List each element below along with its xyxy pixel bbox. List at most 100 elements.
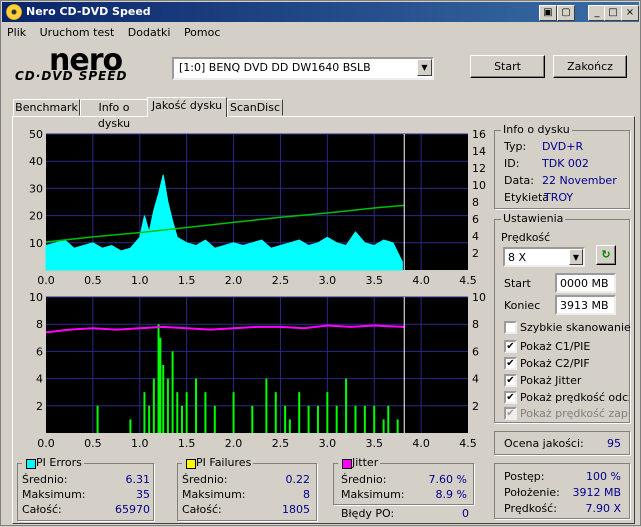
- po-errors-value: 0: [462, 507, 469, 520]
- y-right-tick-label: 4: [472, 230, 479, 243]
- y-right-tick-label: 6: [472, 213, 479, 226]
- speed-chevron-down-icon[interactable]: ▼: [569, 249, 583, 265]
- disc-label-label: Etykieta: [504, 191, 550, 204]
- y-right-tick-label: 6: [472, 345, 479, 358]
- y-right-tick-label: 16: [472, 128, 486, 141]
- pi-failures-avg-label: Średnio:: [182, 473, 228, 486]
- jitter-avg-label: Średnio:: [341, 473, 387, 486]
- y-right-tick-label: 2: [472, 400, 479, 413]
- x-tick-label: 3.5: [365, 274, 383, 287]
- pi-errors-avg-label: Średnio:: [22, 473, 68, 486]
- show-read-speed-checkbox[interactable]: ✔: [504, 391, 517, 404]
- start-field[interactable]: 0000 MB: [555, 273, 616, 293]
- y-left-tick-label: 6: [36, 345, 43, 358]
- jitter-max-value: 8.9 %: [435, 488, 467, 501]
- x-tick-label: 2.0: [225, 274, 243, 287]
- disc-info-title: Info o dysku: [501, 123, 572, 136]
- x-tick-label: 3.0: [319, 274, 337, 287]
- x-tick-label: 4.0: [412, 274, 430, 287]
- y-left-tick-label: 2: [36, 400, 43, 413]
- show-pie-label: Pokaż C1/PIE: [520, 340, 591, 353]
- y-left-tick-label: 20: [29, 210, 43, 223]
- pi-errors-max-label: Maksimum:: [22, 488, 86, 501]
- disc-type-label: Typ:: [504, 140, 527, 153]
- y-right-tick-label: 12: [472, 162, 486, 175]
- tab-disc-quality[interactable]: Jakość dysku: [147, 97, 227, 117]
- pi-failures-total-value: 1805: [282, 503, 310, 516]
- disc-id-value: TDK 002: [542, 157, 589, 170]
- x-tick-label: 0.5: [84, 274, 102, 287]
- y-right-tick-label: 4: [472, 373, 479, 386]
- pi-errors-max-value: 35: [136, 488, 150, 501]
- x-tick-label: 1.0: [131, 437, 149, 450]
- y-left-tick-label: 8: [36, 318, 43, 331]
- pi-failures-swatch: [186, 459, 196, 469]
- x-tick-label: 4.5: [459, 437, 477, 450]
- disc-date-label: Data:: [504, 174, 534, 187]
- disc-date-value: 22 November: [542, 174, 617, 187]
- quick-scan-checkbox[interactable]: [504, 321, 517, 334]
- x-tick-label: 2.0: [225, 437, 243, 450]
- disc-type-value: DVD+R: [542, 140, 584, 153]
- show-write-speed-label: Pokaż prędkość zapisu: [520, 407, 629, 420]
- end-field[interactable]: 3913 MB: [555, 295, 616, 315]
- pi-errors-avg-value: 6.31: [125, 473, 151, 486]
- speed-label: Prędkość: [501, 231, 551, 244]
- show-read-speed-label: Pokaż prędkość odczy: [520, 391, 629, 404]
- disc-info-group: Info o dysku Typ: DVD+R ID: TDK 002 Data…: [494, 123, 630, 209]
- show-jitter-checkbox[interactable]: ✔: [504, 374, 517, 387]
- x-tick-label: 3.0: [319, 437, 337, 450]
- x-tick-label: 0.0: [37, 274, 55, 287]
- settings-group: Ustawienia Prędkość 8 X ▼ ↻ Start 0000 M…: [494, 212, 631, 423]
- speed-readout-value: 7.90 X: [585, 502, 621, 515]
- start-label: Start: [504, 277, 531, 290]
- y-right-tick-label: 8: [472, 318, 479, 331]
- x-tick-label: 1.5: [178, 274, 196, 287]
- pi-errors-total-label: Całość:: [22, 503, 62, 516]
- x-tick-label: 0.0: [37, 437, 55, 450]
- y-left-tick-label: 10: [29, 237, 43, 250]
- quality-score-group: Ocena jakości: 95: [494, 431, 630, 455]
- speed-select[interactable]: 8 X ▼: [503, 247, 585, 267]
- quality-score-value: 95: [607, 437, 621, 450]
- jitter-group: Jitter Średnio: 7.60 % Maksimum: 8.9 %: [333, 456, 474, 505]
- quick-scan-label: Szybkie skanowanie: [520, 321, 631, 334]
- x-tick-label: 4.0: [412, 437, 430, 450]
- pi-errors-swatch: [26, 459, 36, 469]
- speed-readout-label: Prędkość:: [504, 502, 557, 515]
- y-right-tick-label: 2: [472, 247, 479, 260]
- x-tick-label: 2.5: [272, 274, 290, 287]
- settings-title: Ustawienia: [501, 212, 566, 225]
- y-right-tick-label: 10: [472, 291, 486, 304]
- po-errors-label: Błędy PO:: [341, 507, 395, 520]
- pi-failures-total-label: Całość:: [182, 503, 222, 516]
- show-pif-label: Pokaż C2/PIF: [520, 357, 590, 370]
- progress-value: 100 %: [586, 470, 621, 483]
- x-tick-label: 3.5: [365, 437, 383, 450]
- show-pif-checkbox[interactable]: ✔: [504, 357, 517, 370]
- jitter-avg-value: 7.60 %: [428, 473, 467, 486]
- pi-failures-max-label: Maksimum:: [182, 488, 246, 501]
- pi-failures-group: PI Failures Średnio: 0.22 Maksimum: 8 Ca…: [177, 456, 317, 521]
- y-left-tick-label: 30: [29, 182, 43, 195]
- pi-errors-total-value: 65970: [115, 503, 150, 516]
- disc-label-value: TROY: [544, 191, 574, 204]
- y-left-tick-label: 10: [29, 291, 43, 304]
- show-jitter-label: Pokaż Jitter: [520, 374, 582, 387]
- jitter-swatch: [342, 459, 352, 469]
- refresh-icon[interactable]: ↻: [596, 245, 616, 265]
- pi-failures-max-value: 8: [303, 488, 310, 501]
- main-window: Nero CD-DVD Speed ▣ ▢ _ □ × Plik Uruchom…: [0, 0, 641, 526]
- pi-errors-group: PI Errors Średnio: 6.31 Maksimum: 35 Cał…: [17, 456, 154, 521]
- y-left-tick-label: 50: [29, 128, 43, 141]
- x-tick-label: 1.5: [178, 437, 196, 450]
- show-write-speed-checkbox: ✔: [504, 407, 517, 420]
- x-tick-label: 1.0: [131, 274, 149, 287]
- show-pie-checkbox[interactable]: ✔: [504, 340, 517, 353]
- end-label: Koniec: [504, 299, 541, 312]
- y-right-tick-label: 14: [472, 145, 486, 158]
- speed-select-value: 8 X: [508, 251, 527, 264]
- position-value: 3912 MB: [572, 486, 621, 499]
- y-right-tick-label: 10: [472, 179, 486, 192]
- x-tick-label: 2.5: [272, 437, 290, 450]
